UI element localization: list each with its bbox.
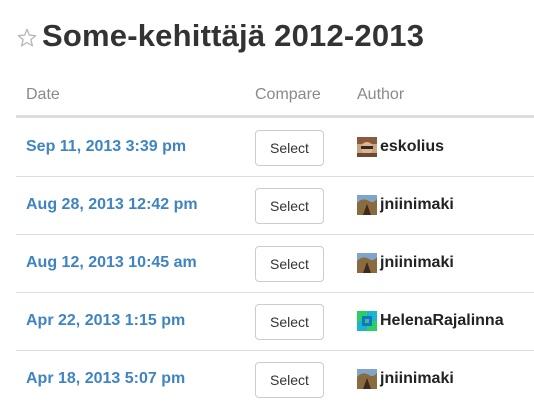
select-button[interactable]: Select — [255, 130, 324, 166]
author-name: eskolius — [380, 138, 445, 155]
select-button[interactable]: Select — [255, 246, 324, 282]
author-name: jniinimaki — [380, 370, 454, 387]
author[interactable]: eskolius — [357, 137, 444, 157]
avatar — [357, 311, 377, 331]
column-header-date: Date — [26, 86, 60, 103]
author[interactable]: HelenaRajalinna — [357, 311, 504, 331]
select-button[interactable]: Select — [255, 362, 324, 398]
revision-date-link[interactable]: Aug 12, 2013 10:45 am — [26, 254, 197, 272]
column-header-compare: Compare — [255, 86, 321, 103]
title-row: Some-kehittäjä 2012-2013 — [16, 14, 424, 58]
table-row: Sep 11, 2013 3:39 pm Select eskolius — [16, 119, 534, 177]
author-name: jniinimaki — [380, 254, 454, 271]
table-row: Apr 18, 2013 5:07 pm Select jniinimaki — [16, 351, 534, 408]
page-title: Some-kehittäjä 2012-2013 — [42, 18, 425, 53]
revision-date-link[interactable]: Apr 18, 2013 5:07 pm — [26, 370, 185, 388]
author-name: jniinimaki — [380, 196, 454, 213]
table-row: Aug 28, 2013 12:42 pm Select jniinimaki — [16, 177, 534, 235]
avatar — [357, 253, 377, 273]
table-row: Aug 12, 2013 10:45 am Select jniinimaki — [16, 235, 534, 293]
avatar — [357, 137, 377, 157]
avatar — [357, 369, 377, 389]
revision-list: Sep 11, 2013 3:39 pm Select eskolius Aug… — [16, 119, 534, 408]
revision-date-link[interactable]: Apr 22, 2013 1:15 pm — [26, 312, 185, 330]
select-button[interactable]: Select — [255, 304, 324, 340]
author[interactable]: jniinimaki — [357, 253, 454, 273]
revision-history-page: Some-kehittäjä 2012-2013 Date Compare Au… — [0, 0, 534, 408]
star-outline-icon[interactable] — [16, 27, 38, 49]
revision-date-link[interactable]: Aug 28, 2013 12:42 pm — [26, 196, 198, 214]
table-row: Apr 22, 2013 1:15 pm Select HelenaRajali… — [16, 293, 534, 351]
table-header: Date Compare Author — [16, 74, 534, 118]
revision-date-link[interactable]: Sep 11, 2013 3:39 pm — [26, 138, 186, 156]
avatar — [357, 195, 377, 215]
column-header-author: Author — [357, 86, 405, 103]
author[interactable]: jniinimaki — [357, 195, 454, 215]
author-name: HelenaRajalinna — [380, 312, 504, 329]
author[interactable]: jniinimaki — [357, 369, 454, 389]
select-button[interactable]: Select — [255, 188, 324, 224]
